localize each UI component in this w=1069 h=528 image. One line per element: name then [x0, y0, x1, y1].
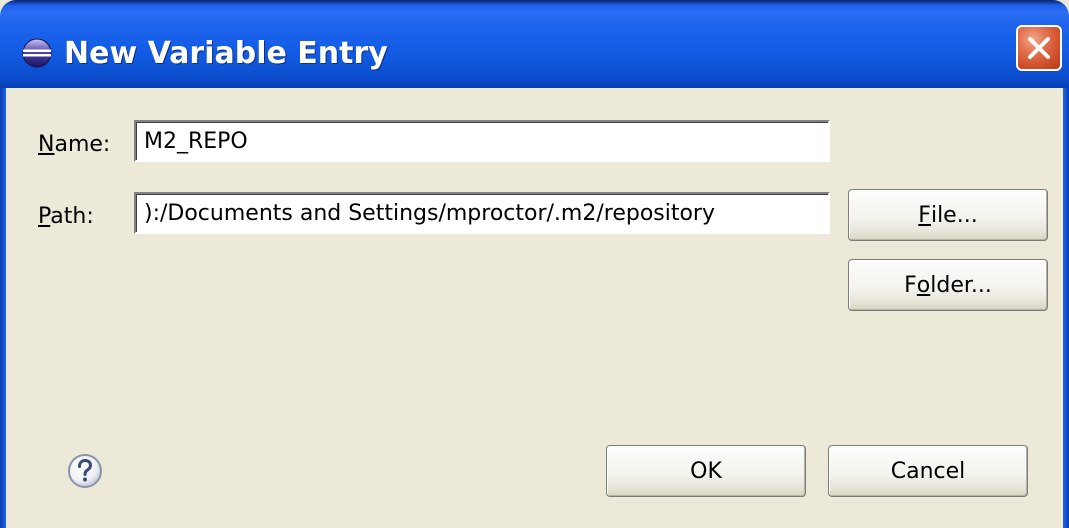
title-bar[interactable]: New Variable Entry: [0, 0, 1069, 88]
name-input[interactable]: [134, 120, 830, 162]
close-icon: [1028, 37, 1050, 59]
name-label-text: ame:: [54, 132, 111, 157]
ok-button[interactable]: OK: [606, 445, 806, 497]
help-icon[interactable]: [66, 452, 104, 490]
window-frame-right: [1063, 88, 1069, 528]
window-frame-left: [0, 88, 6, 528]
cancel-button-label: Cancel: [890, 458, 966, 484]
path-label-text: ath:: [50, 204, 94, 229]
file-button-label: ile...: [930, 202, 978, 228]
file-button[interactable]: File...: [848, 189, 1048, 241]
file-button-mnemonic: F: [918, 202, 931, 228]
path-input[interactable]: [134, 192, 830, 234]
folder-button-label: lder...: [930, 272, 992, 298]
ok-button-label: OK: [690, 458, 722, 484]
window-title: New Variable Entry: [64, 36, 388, 71]
folder-button-mnemonic: o: [916, 272, 931, 298]
name-label-mnemonic: N: [38, 132, 55, 157]
eclipse-icon: [22, 38, 52, 68]
cancel-button[interactable]: Cancel: [828, 445, 1028, 497]
dialog-window: New Variable Entry Name: Path: File... F…: [0, 0, 1069, 528]
path-label: Path:: [38, 204, 94, 229]
name-label: Name:: [38, 132, 110, 157]
folder-button-prefix: F: [904, 272, 917, 298]
close-button[interactable]: [1016, 25, 1062, 71]
path-label-mnemonic: P: [38, 204, 51, 229]
folder-button[interactable]: Fo lder...: [848, 259, 1048, 311]
